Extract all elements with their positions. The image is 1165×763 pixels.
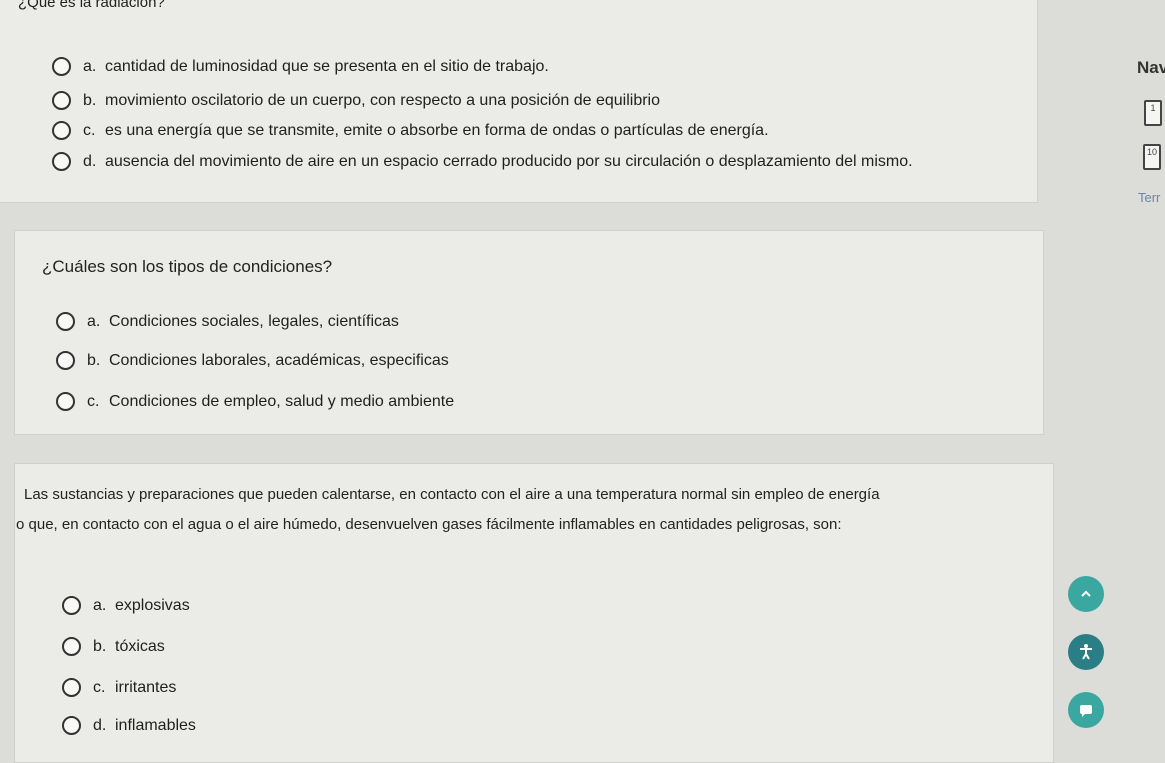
option-letter: c. (87, 392, 100, 410)
chevron-up-icon (1081, 590, 1091, 597)
q3-option-b[interactable]: b. tóxicas (62, 637, 165, 656)
option-text: ausencia del movimiento de aire en un es… (105, 152, 913, 170)
q3-option-c[interactable]: c. irritantes (62, 678, 176, 697)
option-text: cantidad de luminosidad que se presenta … (105, 57, 549, 75)
chat-icon (1080, 705, 1092, 717)
radio-button[interactable] (62, 596, 81, 615)
accessibility-button[interactable] (1068, 634, 1104, 670)
nav-box-number: 1 (1150, 103, 1156, 113)
option-letter: a. (93, 596, 107, 614)
radio-button[interactable] (62, 716, 81, 735)
accessibility-icon (1080, 644, 1092, 660)
q3-option-d[interactable]: d. inflamables (62, 716, 196, 735)
option-letter: d. (93, 716, 107, 734)
radio-button[interactable] (56, 392, 75, 411)
option-letter: b. (93, 637, 107, 655)
q1-option-d[interactable]: d. ausencia del movimiento de aire en un… (52, 152, 913, 171)
q2-option-b[interactable]: b. Condiciones laborales, académicas, es… (56, 351, 449, 370)
option-text: irritantes (115, 678, 177, 696)
radio-button[interactable] (62, 637, 81, 656)
option-letter: a. (83, 57, 97, 75)
q1-option-b[interactable]: b. movimiento oscilatorio de un cuerpo, … (52, 91, 660, 110)
question-3-text-line-2: o que, en contacto con el agua o el aire… (16, 516, 842, 533)
q3-option-a[interactable]: a. explosivas (62, 596, 190, 615)
option-letter: b. (83, 91, 97, 109)
radio-button[interactable] (56, 351, 75, 370)
chat-button[interactable] (1068, 692, 1104, 728)
q1-option-c[interactable]: c. es una energía que se transmite, emit… (52, 121, 769, 140)
question-1-title: ¿Qué es la radiación? (18, 0, 165, 11)
option-letter: b. (87, 351, 101, 369)
nav-title: Nav (1137, 58, 1165, 77)
radio-button[interactable] (52, 121, 71, 140)
option-text: inflamables (115, 716, 196, 734)
option-letter: a. (87, 312, 101, 330)
nav-box-number: 10 (1146, 147, 1157, 157)
option-text: es una energía que se transmite, emite o… (105, 121, 769, 139)
option-text: tóxicas (115, 637, 165, 655)
option-text: Condiciones sociales, legales, científic… (109, 312, 399, 330)
option-letter: c. (83, 121, 96, 139)
question-3-text-line-1: Las sustancias y preparaciones que puede… (24, 486, 880, 503)
question-2-title: ¿Cuáles son los tipos de condiciones? (42, 257, 333, 276)
nav-finish-link[interactable]: Terr (1138, 190, 1160, 205)
radio-button[interactable] (52, 152, 71, 171)
radio-button[interactable] (62, 678, 81, 697)
option-letter: d. (83, 152, 97, 170)
q1-option-a[interactable]: a. cantidad de luminosidad que se presen… (52, 57, 549, 76)
q2-option-c[interactable]: c. Condiciones de empleo, salud y medio … (56, 392, 454, 411)
option-text: Condiciones laborales, académicas, espec… (109, 351, 449, 369)
option-letter: c. (93, 678, 106, 696)
radio-button[interactable] (56, 312, 75, 331)
option-text: explosivas (115, 596, 190, 614)
q2-option-a[interactable]: a. Condiciones sociales, legales, cientí… (56, 312, 399, 331)
option-text: Condiciones de empleo, salud y medio amb… (109, 392, 455, 410)
nav-question-1[interactable]: 1 (1144, 100, 1162, 126)
radio-button[interactable] (52, 57, 71, 76)
scroll-up-button[interactable] (1068, 576, 1104, 612)
radio-button[interactable] (52, 91, 71, 110)
nav-question-10[interactable]: 10 (1143, 144, 1161, 170)
option-text: movimiento oscilatorio de un cuerpo, con… (105, 91, 660, 109)
